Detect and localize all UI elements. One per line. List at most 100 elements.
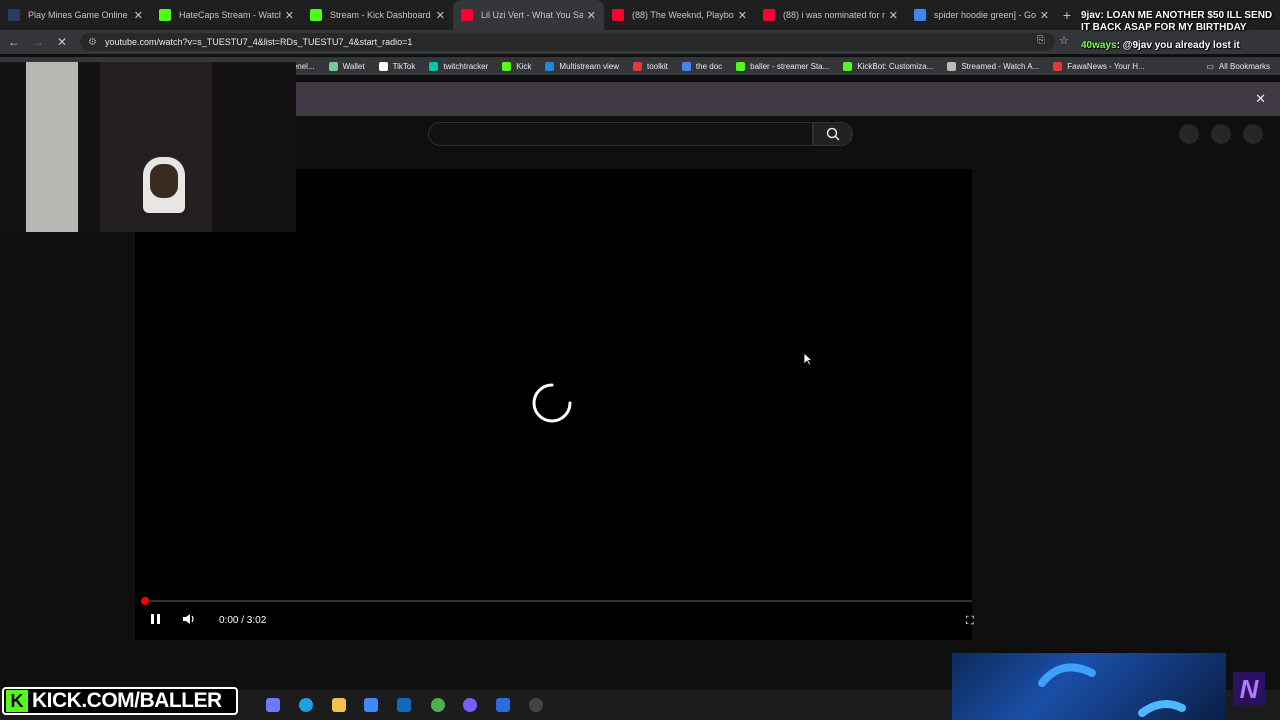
bookmark-item[interactable]: TikTok	[372, 61, 423, 71]
back-button[interactable]: ←	[2, 35, 26, 49]
volume-button[interactable]	[182, 613, 196, 625]
discord-icon[interactable]	[463, 698, 477, 712]
chat-message: 9jav: LOAN ME ANOTHER $50 ILL SEND IT BA…	[1081, 10, 1280, 34]
pause-icon	[151, 614, 160, 624]
bookmark-item[interactable]: the doc	[675, 61, 729, 71]
address-bar[interactable]: ⚙ youtube.com/watch?v=s_TUESTU7_4&list=R…	[80, 33, 1055, 51]
search-button[interactable]	[813, 122, 853, 146]
webcam-overlay	[0, 62, 296, 232]
bookmark-item[interactable]: twitchtracker	[422, 61, 495, 71]
bookmark-label: KickBot: Customiza...	[857, 61, 934, 71]
avatar[interactable]	[1243, 124, 1263, 144]
tab-1[interactable]: Play Mines Game Online at R ✕	[0, 0, 151, 30]
bookmark-favicon-icon	[545, 61, 555, 71]
bookmark-favicon-icon	[947, 61, 957, 71]
tab-label: Play Mines Game Online at R	[28, 10, 130, 20]
bookmark-item[interactable]: Wallet	[322, 61, 372, 71]
tab-close-icon[interactable]: ✕	[738, 9, 747, 22]
tab-close-icon[interactable]: ✕	[889, 9, 898, 22]
stream-chat-overlay: 9jav: LOAN ME ANOTHER $50 ILL SEND IT BA…	[1081, 10, 1280, 52]
bookmark-favicon-icon	[1053, 61, 1063, 71]
tab-7[interactable]: spider hoodie green] - Goog ✕	[906, 0, 1057, 30]
folder-icon: ▭	[1206, 61, 1214, 71]
tab-close-icon[interactable]: ✕	[1040, 9, 1049, 22]
tab-favicon-icon	[612, 9, 624, 21]
bookmark-star-icon[interactable]: ☆	[1059, 34, 1069, 47]
bookmark-label: twitchtracker	[443, 61, 489, 71]
bookmark-item[interactable]: FawaNews - Your H...	[1046, 61, 1151, 71]
tab-close-icon[interactable]: ✕	[285, 9, 294, 22]
tab-5[interactable]: (88) The Weeknd, Playboi Car ✕	[604, 0, 755, 30]
tab-favicon-icon	[310, 9, 322, 21]
all-bookmarks-label: All Bookmarks	[1218, 61, 1270, 71]
tab-label: spider hoodie green] - Goog	[934, 10, 1036, 20]
tab-label: (88) i was nominated for my f	[783, 10, 885, 20]
outlook-icon[interactable]	[397, 698, 411, 712]
bookmark-label: Streamed - Watch A...	[961, 61, 1040, 71]
stop-button[interactable]: ✕	[50, 35, 74, 49]
remote-desktop-icon[interactable]	[496, 698, 510, 712]
video-player[interactable]: 0:00 / 3:02 ⛶	[135, 169, 974, 640]
overlay-swirl	[1038, 663, 1186, 717]
bookmark-item[interactable]: baller - streamer Sta...	[729, 61, 836, 71]
bookmark-label: FawaNews - Your H...	[1067, 61, 1145, 71]
bookmark-item[interactable]: Kick	[495, 61, 538, 71]
tab-close-icon[interactable]: ✕	[436, 9, 445, 22]
tab-4[interactable]: Lil Uzi Vert - What You Sayin ✕	[453, 0, 604, 30]
streamer-face	[150, 164, 178, 198]
store-icon[interactable]	[364, 698, 378, 712]
forward-button[interactable]: →	[26, 35, 50, 49]
create-icon[interactable]	[1179, 124, 1199, 144]
new-tab-button[interactable]: +	[1057, 7, 1077, 23]
stream-overlay-graphic	[952, 653, 1226, 720]
address-url: youtube.com/watch?v=s_TUESTU7_4&list=RDs…	[104, 37, 413, 47]
bookmark-label: TikTok	[392, 61, 416, 71]
file-explorer-icon[interactable]	[332, 698, 346, 712]
notifications-icon[interactable]	[1211, 124, 1231, 144]
scrubber-handle[interactable]	[141, 597, 149, 605]
bookmark-item[interactable]: Multistream view	[538, 61, 626, 71]
bookmark-favicon-icon	[843, 61, 853, 71]
obs-icon[interactable]	[529, 698, 543, 712]
bookmark-label: Kick	[516, 61, 532, 71]
tab-favicon-icon	[159, 9, 171, 21]
bookmark-favicon-icon	[633, 61, 642, 71]
bookmark-label: Wallet	[342, 61, 365, 71]
bookmark-item[interactable]: Streamed - Watch A...	[940, 61, 1046, 71]
tab-6[interactable]: (88) i was nominated for my f ✕	[755, 0, 906, 30]
edge-icon[interactable]	[299, 698, 313, 712]
close-icon[interactable]: ✕	[1255, 91, 1266, 107]
bookmark-item[interactable]: toolkit	[626, 61, 675, 71]
tab-favicon-icon	[914, 9, 926, 21]
progress-bar[interactable]	[141, 597, 972, 605]
loading-spinner-icon	[532, 383, 572, 423]
kick-banner: K KICK.COM/BALLER	[2, 687, 238, 715]
kick-banner-text: KICK.COM/BALLER	[32, 689, 222, 712]
tab-3[interactable]: Stream - Kick Dashboard ✕	[302, 0, 453, 30]
chat-text: : LOAN ME ANOTHER $50 ILL SEND IT BACK A…	[1081, 10, 1273, 33]
streamer-logo-icon: N	[1233, 672, 1265, 706]
tab-favicon-icon	[461, 9, 473, 21]
bookmark-item[interactable]: KickBot: Customiza...	[836, 61, 940, 71]
bookmark-favicon-icon	[378, 61, 388, 71]
tab-label: (88) The Weeknd, Playboi Car	[632, 10, 734, 20]
install-icon[interactable]: ⎘	[1037, 35, 1045, 46]
tab-favicon-icon	[8, 9, 20, 21]
copilot-icon[interactable]	[266, 698, 280, 712]
bookmark-label: the doc	[695, 61, 723, 71]
all-bookmarks-button[interactable]: ▭ All Bookmarks	[1206, 57, 1270, 75]
tabs: Play Mines Game Online at R✕HateCaps Str…	[0, 0, 1057, 30]
search-input[interactable]	[428, 122, 813, 146]
chrome-icon[interactable]	[431, 698, 445, 712]
tab-close-icon[interactable]: ✕	[587, 9, 596, 22]
tab-label: Lil Uzi Vert - What You Sayin	[481, 10, 583, 20]
pause-button[interactable]	[150, 613, 162, 625]
bookmark-favicon-icon	[502, 61, 512, 71]
bookmark-label: toolkit	[647, 61, 668, 71]
tab-close-icon[interactable]: ✕	[134, 9, 143, 22]
chat-username: 9jav	[1081, 10, 1101, 21]
tab-2[interactable]: HateCaps Stream - Watch Liv ✕	[151, 0, 302, 30]
fullscreen-icon[interactable]: ⛶	[966, 615, 974, 628]
site-info-icon[interactable]: ⚙	[88, 37, 97, 48]
tab-favicon-icon	[763, 9, 775, 21]
